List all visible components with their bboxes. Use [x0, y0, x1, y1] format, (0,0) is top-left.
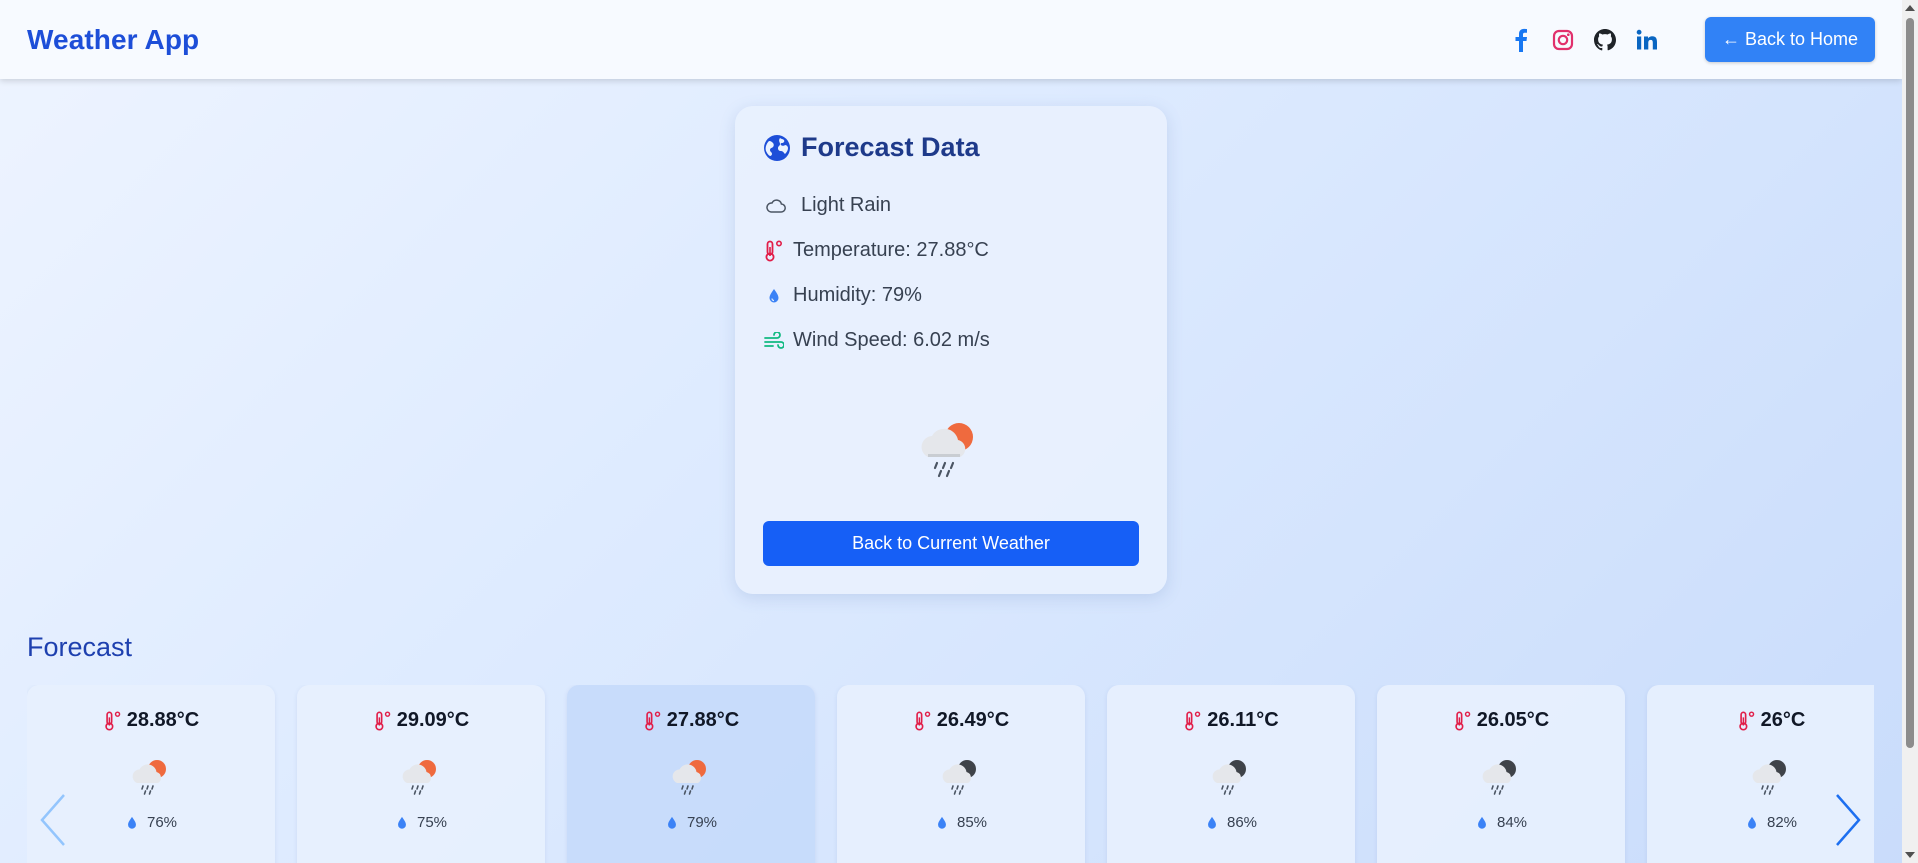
condition-text: Light Rain — [801, 194, 892, 216]
carousel-prev-arrow[interactable] — [33, 790, 73, 850]
back-to-home-button[interactable]: ← Back to Home — [1704, 17, 1875, 62]
forecast-card[interactable]: 26.11°C 86% — [1107, 685, 1355, 863]
humidity-text: Humidity: 79% — [793, 284, 922, 306]
night-rain-icon — [1482, 760, 1516, 795]
thermometer-icon — [1185, 710, 1201, 731]
water-drop-icon — [1208, 816, 1216, 829]
humidity-row: Humidity: 79% — [763, 273, 1139, 318]
temperature-row: Temperature: 27.88°C — [763, 228, 1139, 273]
instagram-icon[interactable] — [1551, 28, 1575, 52]
forecast-humidity-value: 84% — [1496, 814, 1528, 831]
forecast-temp: 27.88°C — [567, 709, 815, 732]
water-drop-icon — [1748, 816, 1756, 829]
linkedin-icon[interactable] — [1635, 28, 1659, 52]
globe-icon — [764, 134, 790, 161]
forecast-card[interactable]: 27.88°C 79% — [567, 685, 815, 863]
forecast-humidity: 75% — [297, 814, 545, 831]
water-drop-icon — [763, 285, 785, 307]
wind-icon — [763, 330, 785, 352]
card-title: Forecast Data — [763, 132, 1139, 163]
water-drop-icon — [1478, 816, 1486, 829]
forecast-data-card: Forecast Data Light Rain Temperature: 27… — [735, 106, 1167, 594]
vertical-scrollbar[interactable] — [1902, 0, 1918, 863]
forecast-temp-value: 29.09°C — [396, 709, 470, 731]
forecast-temp: 28.88°C — [27, 709, 275, 732]
day-rain-icon — [402, 760, 436, 795]
water-drop-icon — [938, 816, 946, 829]
water-drop-icon — [128, 816, 136, 829]
thermometer-icon — [763, 239, 785, 262]
night-rain-icon — [1212, 760, 1246, 795]
forecast-humidity: 84% — [1377, 814, 1625, 831]
scroll-down-arrow[interactable] — [1905, 852, 1915, 858]
forecast-card[interactable]: 29.09°C 75% — [297, 685, 545, 863]
carousel-next-arrow[interactable] — [1828, 790, 1868, 850]
forecast-humidity-value: 79% — [686, 814, 718, 831]
app-brand[interactable]: Weather App — [27, 24, 199, 56]
forecast-humidity: 86% — [1107, 814, 1355, 831]
forecast-humidity: 79% — [567, 814, 815, 831]
forecast-temp-value: 26.49°C — [936, 709, 1010, 731]
card-title-text: Forecast Data — [801, 132, 980, 162]
forecast-temp: 26.05°C — [1377, 709, 1625, 732]
top-navbar: Weather App ← Back to Home — [0, 0, 1902, 79]
night-rain-icon — [942, 760, 976, 795]
navbar-right: ← Back to Home — [1509, 17, 1875, 62]
github-icon[interactable] — [1593, 28, 1617, 52]
scroll-thumb[interactable] — [1906, 18, 1914, 748]
social-links — [1509, 28, 1659, 52]
forecast-temp: 26.49°C — [837, 709, 1085, 732]
forecast-card[interactable]: 26.49°C 85% — [837, 685, 1085, 863]
thermometer-icon — [1738, 710, 1754, 731]
forecast-humidity-value: 86% — [1226, 814, 1258, 831]
back-to-current-weather-button[interactable]: Back to Current Weather — [763, 521, 1139, 566]
forecast-temp-value: 28.88°C — [126, 709, 200, 731]
forecast-temp: 26°C — [1647, 709, 1874, 732]
forecast-temp: 26.11°C — [1107, 709, 1355, 732]
forecast-temp-value: 26.05°C — [1476, 709, 1550, 731]
forecast-humidity-value: 75% — [416, 814, 448, 831]
water-drop-icon — [398, 816, 406, 829]
forecast-temp: 29.09°C — [297, 709, 545, 732]
condition-row: Light Rain — [763, 183, 1139, 228]
cloud-icon — [765, 195, 787, 217]
thermometer-icon — [645, 710, 661, 731]
thermometer-icon — [1455, 710, 1471, 731]
facebook-icon[interactable] — [1509, 28, 1533, 52]
thermometer-icon — [375, 710, 391, 731]
forecast-carousel: 28.88°C 76% 29.09°C 75% 27.88°C 79% 26.49°C 85%… — [27, 685, 1874, 863]
thermometer-icon — [915, 710, 931, 731]
forecast-heading: Forecast — [27, 632, 133, 662]
day-rain-icon — [132, 760, 166, 795]
forecast-humidity: 85% — [837, 814, 1085, 831]
thermometer-icon — [105, 710, 121, 731]
forecast-temp-value: 27.88°C — [666, 709, 740, 731]
forecast-humidity-value: 82% — [1766, 814, 1798, 831]
forecast-temp-value: 26.11°C — [1207, 709, 1279, 731]
wind-row: Wind Speed: 6.02 m/s — [763, 318, 1139, 363]
forecast-humidity-value: 76% — [146, 814, 178, 831]
scroll-up-arrow[interactable] — [1905, 5, 1915, 11]
forecast-temp-value: 26°C — [1760, 709, 1806, 731]
day-rain-icon — [921, 423, 973, 478]
wind-text: Wind Speed: 6.02 m/s — [793, 329, 990, 351]
day-rain-icon — [672, 760, 706, 795]
night-rain-icon — [1752, 760, 1786, 795]
forecast-card[interactable]: 26.05°C 84% — [1377, 685, 1625, 863]
water-drop-icon — [668, 816, 676, 829]
forecast-humidity-value: 85% — [956, 814, 988, 831]
temperature-text: Temperature: 27.88°C — [793, 239, 989, 261]
